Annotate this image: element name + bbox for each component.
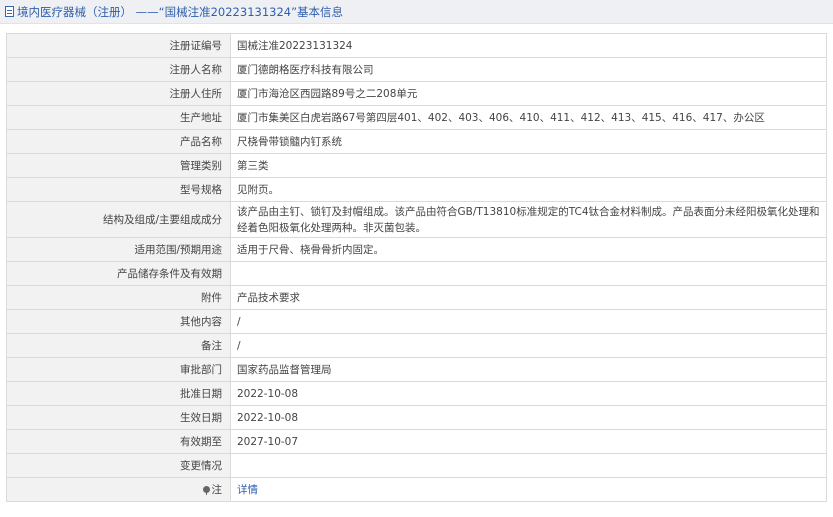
row-label: 备注 (6, 333, 231, 358)
row-value: 2022-10-08 (230, 405, 827, 430)
row-label: 有效期至 (6, 429, 231, 454)
table-row: 备注 / (6, 333, 827, 358)
table-row: 注册人住所 厦门市海沧区西园路89号之二208单元 (6, 81, 827, 106)
row-label: 附件 (6, 285, 231, 310)
document-icon (5, 6, 14, 17)
table-row: 变更情况 (6, 453, 827, 478)
row-value (230, 453, 827, 478)
row-value: 见附页。 (230, 177, 827, 202)
row-label: 管理类别 (6, 153, 231, 178)
row-label: 生产地址 (6, 105, 231, 130)
row-label: 结构及组成/主要组成成分 (6, 201, 231, 238)
row-label: 注 (211, 484, 223, 496)
info-table: 注册证编号 国械注准20223131324 注册人名称 厦门德朗格医疗科技有限公… (6, 33, 827, 502)
note-label: 注 (6, 477, 231, 502)
row-label: 其他内容 (6, 309, 231, 334)
table-row: 适用范围/预期用途 适用于尺骨、桡骨骨折内固定。 (6, 237, 827, 262)
table-row: 生产地址 厦门市集美区白虎岩路67号第四层401、402、403、406、410… (6, 105, 827, 130)
row-value (230, 261, 827, 286)
row-label: 审批部门 (6, 357, 231, 382)
row-label: 型号规格 (6, 177, 231, 202)
row-label: 产品储存条件及有效期 (6, 261, 231, 286)
details-link[interactable]: 详情 (237, 484, 258, 496)
row-value: 适用于尺骨、桡骨骨折内固定。 (230, 237, 827, 262)
row-label: 生效日期 (6, 405, 231, 430)
row-value: 国械注准20223131324 (230, 33, 827, 58)
row-label: 产品名称 (6, 129, 231, 154)
table-row: 产品名称 尺桡骨带锁髓内钉系统 (6, 129, 827, 154)
row-label: 适用范围/预期用途 (6, 237, 231, 262)
row-value: 厦门德朗格医疗科技有限公司 (230, 57, 827, 82)
table-row: 注 详情 (6, 477, 827, 502)
row-value: 厦门市海沧区西园路89号之二208单元 (230, 81, 827, 106)
table-row: 注册人名称 厦门德朗格医疗科技有限公司 (6, 57, 827, 82)
table-row: 注册证编号 国械注准20223131324 (6, 33, 827, 58)
row-label: 变更情况 (6, 453, 231, 478)
row-value: 2022-10-08 (230, 381, 827, 406)
row-value: / (230, 333, 827, 358)
table-row: 结构及组成/主要组成成分 该产品由主钉、锁钉及封帽组成。该产品由符合GB/T13… (6, 201, 827, 238)
table-row: 生效日期 2022-10-08 (6, 405, 827, 430)
row-value: 尺桡骨带锁髓内钉系统 (230, 129, 827, 154)
page-header: 境内医疗器械（注册） ——“国械注准20223131324”基本信息 (0, 0, 833, 24)
table-row: 审批部门 国家药品监督管理局 (6, 357, 827, 382)
table-row: 管理类别 第三类 (6, 153, 827, 178)
row-label: 注册人名称 (6, 57, 231, 82)
table-row: 有效期至 2027-10-07 (6, 429, 827, 454)
table-row: 型号规格 见附页。 (6, 177, 827, 202)
row-value: 2027-10-07 (230, 429, 827, 454)
table-row: 批准日期 2022-10-08 (6, 381, 827, 406)
pin-icon (202, 486, 210, 495)
row-value: / (230, 309, 827, 334)
page-title: 境内医疗器械（注册） ——“国械注准20223131324”基本信息 (17, 4, 344, 19)
row-value: 第三类 (230, 153, 827, 178)
row-value: 该产品由主钉、锁钉及封帽组成。该产品由符合GB/T13810标准规定的TC4钛合… (230, 201, 827, 238)
table-row: 附件 产品技术要求 (6, 285, 827, 310)
row-value: 产品技术要求 (230, 285, 827, 310)
row-value: 详情 (230, 477, 827, 502)
row-value: 厦门市集美区白虎岩路67号第四层401、402、403、406、410、411、… (230, 105, 827, 130)
row-value: 国家药品监督管理局 (230, 357, 827, 382)
row-label: 注册人住所 (6, 81, 231, 106)
row-label: 批准日期 (6, 381, 231, 406)
table-row: 其他内容 / (6, 309, 827, 334)
table-row: 产品储存条件及有效期 (6, 261, 827, 286)
row-label: 注册证编号 (6, 33, 231, 58)
